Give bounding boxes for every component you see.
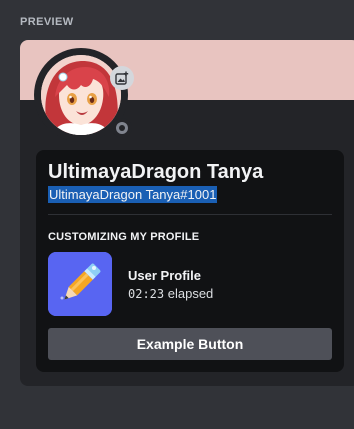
add-image-icon[interactable]: [110, 66, 134, 90]
profile-card: UltimayaDragon Tanya UltimayaDragon Tany…: [20, 40, 354, 386]
pencil-icon: [48, 252, 112, 316]
username: UltimayaDragon Tanya#1001: [48, 186, 218, 203]
profile-body: UltimayaDragon Tanya UltimayaDragon Tany…: [36, 150, 344, 372]
example-button[interactable]: Example Button: [48, 328, 332, 360]
avatar[interactable]: [41, 55, 121, 135]
divider: [48, 214, 332, 215]
display-name: UltimayaDragon Tanya: [48, 161, 264, 183]
avatar-wrapper: [34, 48, 134, 142]
profile-preview-page: PREVIEW UltimayaDragon Tanya UltimayaDra…: [0, 0, 354, 429]
activity-title: User Profile: [128, 268, 201, 283]
elapsed-suffix: elapsed: [164, 286, 214, 301]
elapsed-time: 02:23: [128, 287, 165, 301]
section-label: PREVIEW: [20, 16, 74, 28]
avatar-image: [41, 55, 121, 135]
activity-elapsed: 02:23 elapsed: [128, 286, 213, 301]
activity-heading: CUSTOMIZING MY PROFILE: [48, 231, 200, 243]
offline-status-icon: [112, 118, 132, 138]
